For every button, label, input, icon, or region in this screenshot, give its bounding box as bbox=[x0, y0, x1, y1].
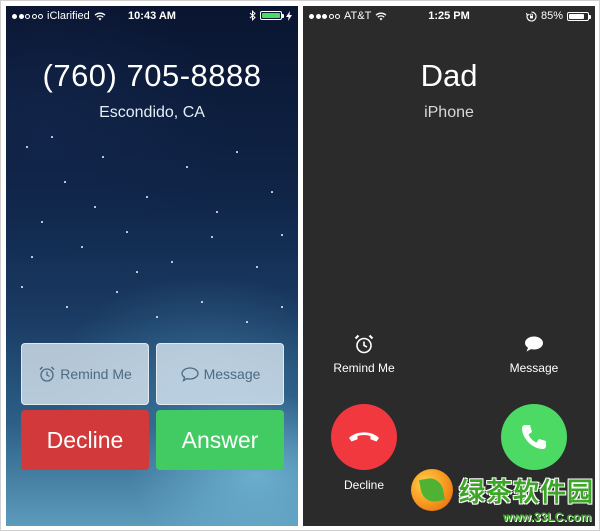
watermark-url: www.33LC.com bbox=[503, 510, 592, 524]
watermark-title: 绿茶软件园 bbox=[459, 477, 595, 507]
alarm-clock-icon bbox=[39, 366, 55, 382]
alarm-clock-icon bbox=[354, 334, 374, 354]
battery-icon bbox=[260, 11, 284, 20]
status-bar: AT&T 1:25 PM 85% bbox=[303, 6, 595, 26]
caller-name: Dad bbox=[420, 58, 478, 93]
status-bar-right: 85% bbox=[525, 10, 591, 22]
comparison-frame: iClarified 10:43 AM (760) 705-8888 Escon… bbox=[0, 0, 600, 531]
message-button[interactable]: Message bbox=[484, 332, 584, 375]
phone-answer-icon bbox=[522, 425, 546, 449]
phone-hangup-icon bbox=[349, 432, 379, 442]
remind-me-button[interactable]: Remind Me bbox=[21, 343, 149, 405]
decline-button[interactable] bbox=[331, 404, 397, 470]
answer-button[interactable]: Answer bbox=[156, 410, 284, 470]
battery-icon bbox=[567, 11, 591, 21]
charging-bolt-icon bbox=[286, 10, 292, 21]
incoming-call-screen-left: iClarified 10:43 AM (760) 705-8888 Escon… bbox=[6, 6, 298, 526]
rotation-lock-icon bbox=[525, 10, 537, 22]
incoming-call-screen-right: AT&T 1:25 PM 85% Dad iPhone Remind Me Me… bbox=[303, 6, 595, 526]
message-button[interactable]: Message bbox=[156, 343, 284, 405]
decline-button[interactable]: Decline bbox=[21, 410, 149, 470]
remind-me-button[interactable]: Remind Me bbox=[314, 332, 414, 375]
status-bar: iClarified 10:43 AM bbox=[6, 6, 298, 26]
accept-button[interactable] bbox=[501, 404, 567, 470]
message-label: Message bbox=[203, 366, 261, 382]
battery-percentage: 85% bbox=[540, 10, 563, 22]
bluetooth-icon bbox=[249, 10, 256, 21]
status-bar-right bbox=[249, 10, 292, 21]
caller-location: Escondido, CA bbox=[99, 104, 205, 121]
site-watermark: 绿茶软件园 www.33LC.com bbox=[411, 466, 600, 531]
remind-me-label: Remind Me bbox=[333, 361, 395, 375]
tea-leaf-logo-icon bbox=[411, 469, 453, 511]
caller-phone-number: (760) 705-8888 bbox=[42, 58, 262, 93]
caller-phone-type: iPhone bbox=[424, 104, 474, 121]
speech-bubble-icon bbox=[180, 367, 199, 382]
remind-me-label: Remind Me bbox=[60, 366, 132, 382]
message-label: Message bbox=[509, 361, 559, 375]
speech-bubble-icon bbox=[525, 336, 543, 352]
decline-label: Decline bbox=[343, 478, 385, 492]
